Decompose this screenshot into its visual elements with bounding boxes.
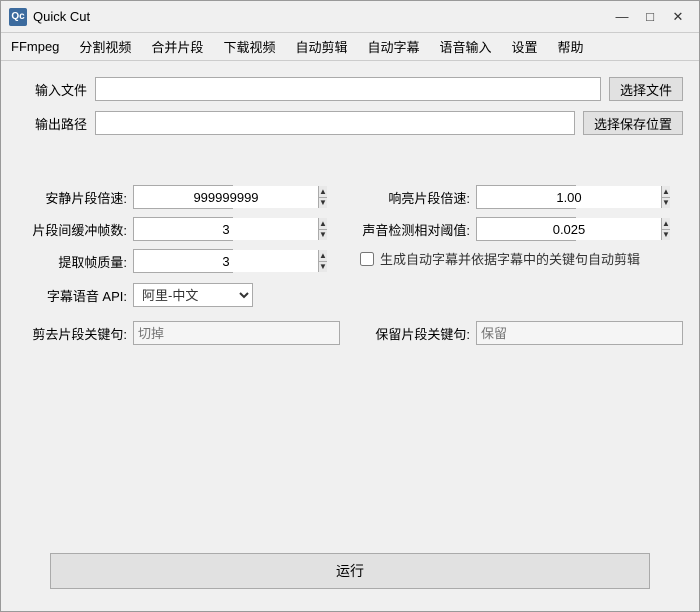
main-content: 输入文件 选择文件 输出路径 选择保存位置 安静片段倍速: ▲ <box>1 61 699 611</box>
close-button[interactable]: ✕ <box>665 6 691 28</box>
audio-threshold-up[interactable]: ▲ <box>662 218 670 230</box>
menu-split-video[interactable]: 分割视频 <box>69 33 141 60</box>
silent-speed-row: 安静片段倍速: ▲ ▼ <box>17 185 340 209</box>
params-right: 响亮片段倍速: ▲ ▼ 声音检测相对阈值: ▲ <box>360 185 683 273</box>
silent-speed-spinner: ▲ ▼ <box>318 186 327 208</box>
loud-speed-input-wrap: ▲ ▼ <box>476 185 576 209</box>
keyword-cut-label: 剪去片段关键句: <box>17 324 127 343</box>
buffer-frames-down[interactable]: ▼ <box>319 230 327 241</box>
menu-settings[interactable]: 设置 <box>502 33 548 60</box>
audio-threshold-down[interactable]: ▼ <box>662 230 670 241</box>
output-path-row: 输出路径 选择保存位置 <box>17 111 683 135</box>
keyword-cut-row: 剪去片段关键句: <box>17 321 340 345</box>
menu-voice-input[interactable]: 语音输入 <box>429 33 501 60</box>
keyword-keep-input[interactable] <box>476 321 683 345</box>
frame-quality-row: 提取帧质量: ▲ ▼ <box>17 249 340 273</box>
subtitle-checkbox-label: 生成自动字幕并依据字幕中的关键句自动剪辑 <box>380 249 640 268</box>
window-title: Quick Cut <box>33 9 609 24</box>
buffer-frames-spinner: ▲ ▼ <box>318 218 327 240</box>
main-window: Qc Quick Cut — □ ✕ FFmpeg 分割视频 合并片段 下载视频… <box>0 0 700 612</box>
subtitle-checkbox-row: 生成自动字幕并依据字幕中的关键句自动剪辑 <box>360 249 683 268</box>
keyword-keep-row: 保留片段关键句: <box>360 321 683 345</box>
menu-merge-clips[interactable]: 合并片段 <box>141 33 213 60</box>
select-file-button[interactable]: 选择文件 <box>609 77 683 101</box>
params-left: 安静片段倍速: ▲ ▼ 片段间缓冲帧数: ▲ <box>17 185 340 273</box>
frame-quality-down[interactable]: ▼ <box>319 262 327 273</box>
loud-speed-input[interactable] <box>477 186 661 208</box>
keyword-keep-label: 保留片段关键句: <box>360 324 470 343</box>
menu-bar: FFmpeg 分割视频 合并片段 下载视频 自动剪辑 自动字幕 语音输入 设置 … <box>1 33 699 61</box>
buffer-frames-input-wrap: ▲ ▼ <box>133 217 233 241</box>
audio-threshold-label: 声音检测相对阈值: <box>360 220 470 239</box>
buffer-frames-row: 片段间缓冲帧数: ▲ ▼ <box>17 217 340 241</box>
audio-threshold-row: 声音检测相对阈值: ▲ ▼ <box>360 217 683 241</box>
select-output-button[interactable]: 选择保存位置 <box>583 111 683 135</box>
buffer-frames-up[interactable]: ▲ <box>319 218 327 230</box>
buffer-frames-label: 片段间缓冲帧数: <box>17 220 127 239</box>
silent-speed-input[interactable] <box>134 186 318 208</box>
output-path-field[interactable] <box>95 111 575 135</box>
menu-download-video[interactable]: 下载视频 <box>213 33 285 60</box>
frame-quality-input[interactable] <box>134 250 318 272</box>
api-row: 字幕语音 API: 阿里-中文 <box>17 283 683 307</box>
input-file-label: 输入文件 <box>17 80 87 99</box>
params-section: 安静片段倍速: ▲ ▼ 片段间缓冲帧数: ▲ <box>17 185 683 273</box>
buffer-frames-input[interactable] <box>134 218 318 240</box>
api-select[interactable]: 阿里-中文 <box>133 283 253 307</box>
menu-auto-subtitle[interactable]: 自动字幕 <box>357 33 429 60</box>
maximize-button[interactable]: □ <box>637 6 663 28</box>
keyword-cut-input[interactable] <box>133 321 340 345</box>
run-button[interactable]: 运行 <box>50 553 650 589</box>
frame-quality-label: 提取帧质量: <box>17 252 127 271</box>
menu-ffmpeg[interactable]: FFmpeg <box>1 35 69 58</box>
title-bar: Qc Quick Cut — □ ✕ <box>1 1 699 33</box>
frame-quality-input-wrap: ▲ ▼ <box>133 249 233 273</box>
subtitle-checkbox[interactable] <box>360 252 374 266</box>
frame-quality-spinner: ▲ ▼ <box>318 250 327 272</box>
silent-speed-label: 安静片段倍速: <box>17 188 127 207</box>
silent-speed-down[interactable]: ▼ <box>319 198 327 209</box>
input-file-field[interactable] <box>95 77 601 101</box>
loud-speed-spinner: ▲ ▼ <box>661 186 670 208</box>
menu-auto-cut[interactable]: 自动剪辑 <box>285 33 357 60</box>
loud-speed-down[interactable]: ▼ <box>662 198 670 209</box>
silent-speed-input-wrap: ▲ ▼ <box>133 185 233 209</box>
keyword-section: 剪去片段关键句: 保留片段关键句: <box>17 321 683 345</box>
menu-help[interactable]: 帮助 <box>548 33 594 60</box>
audio-threshold-input-wrap: ▲ ▼ <box>476 217 576 241</box>
frame-quality-up[interactable]: ▲ <box>319 250 327 262</box>
api-label: 字幕语音 API: <box>17 286 127 305</box>
minimize-button[interactable]: — <box>609 6 635 28</box>
output-path-label: 输出路径 <box>17 114 87 133</box>
app-icon: Qc <box>9 8 27 26</box>
audio-threshold-input[interactable] <box>477 218 661 240</box>
run-section: 运行 <box>17 543 683 599</box>
loud-speed-row: 响亮片段倍速: ▲ ▼ <box>360 185 683 209</box>
input-file-row: 输入文件 选择文件 <box>17 77 683 101</box>
loud-speed-up[interactable]: ▲ <box>662 186 670 198</box>
window-controls: — □ ✕ <box>609 6 691 28</box>
silent-speed-up[interactable]: ▲ <box>319 186 327 198</box>
loud-speed-label: 响亮片段倍速: <box>360 188 470 207</box>
audio-threshold-spinner: ▲ ▼ <box>661 218 670 240</box>
